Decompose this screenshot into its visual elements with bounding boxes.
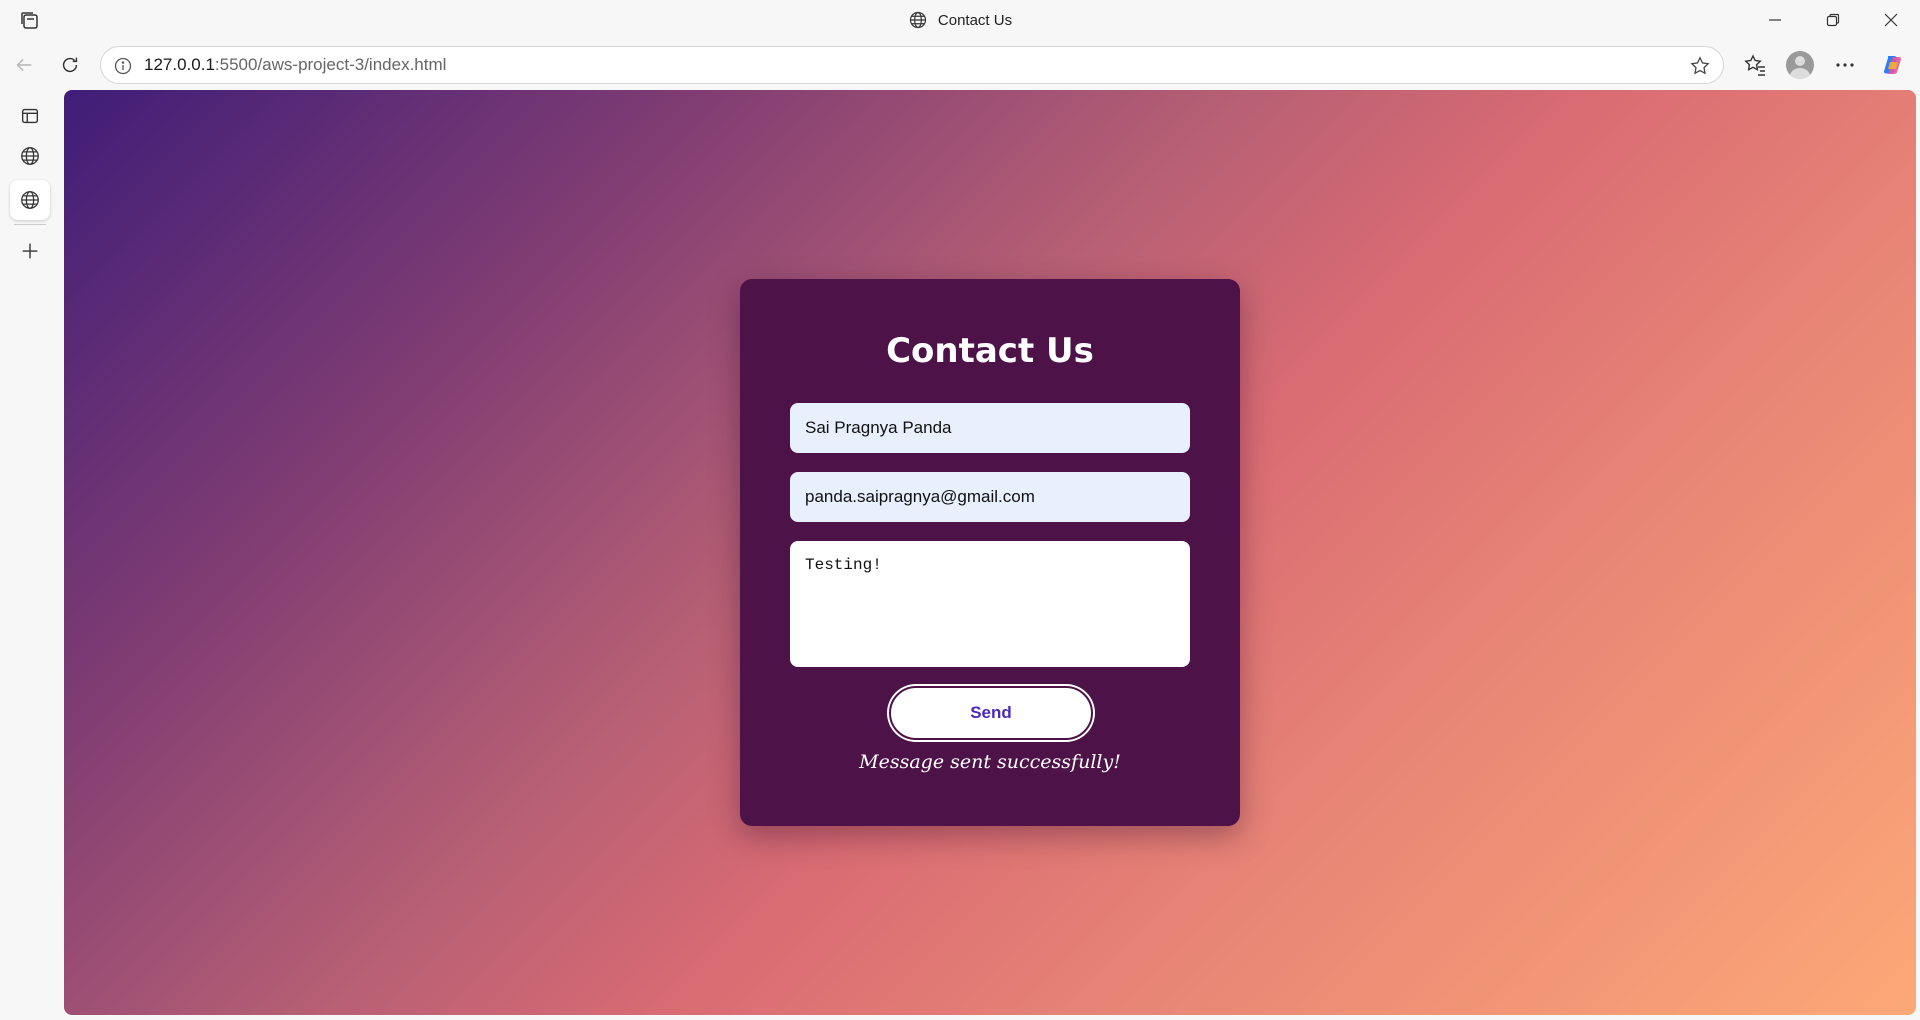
new-tab-button[interactable] <box>10 231 50 271</box>
tab-icon <box>21 108 39 124</box>
window-title: Contact Us <box>0 0 1920 40</box>
window-controls <box>1746 0 1920 40</box>
avatar <box>1786 51 1814 79</box>
browser-toolbar: 127.0.0.1:5500/aws-project-3/index.html <box>0 40 1920 90</box>
address-bar[interactable]: 127.0.0.1:5500/aws-project-3/index.html <box>100 46 1724 84</box>
site-info-icon[interactable] <box>113 56 133 76</box>
restore-button[interactable] <box>1804 0 1862 40</box>
restore-icon <box>1826 13 1840 27</box>
favorite-star-icon[interactable] <box>1689 55 1711 77</box>
plus-icon <box>22 243 38 259</box>
globe-icon <box>21 191 39 209</box>
vertical-tabs-sidebar <box>0 90 64 1020</box>
more-dots-icon <box>1836 63 1854 67</box>
refresh-button[interactable] <box>54 49 86 81</box>
window-title-text: Contact Us <box>937 11 1013 29</box>
globe-icon <box>909 11 926 29</box>
url-host: 127.0.0.1 <box>144 55 215 74</box>
back-arrow-icon <box>16 58 32 72</box>
sidebar-tab-1[interactable] <box>10 136 50 176</box>
url-path: :5500/aws-project-3/index.html <box>214 55 447 74</box>
contact-form-card: Contact Us Testing! Send Message sent su… <box>740 279 1240 826</box>
copilot-button[interactable] <box>1878 50 1908 80</box>
minimize-icon <box>1769 19 1781 21</box>
copilot-icon <box>1883 56 1902 74</box>
sidebar-divider <box>14 224 46 225</box>
send-button[interactable]: Send <box>889 686 1093 740</box>
profile-button[interactable] <box>1785 50 1815 80</box>
minimize-button[interactable] <box>1746 0 1804 40</box>
sidebar-tab-2-active[interactable] <box>10 180 50 220</box>
status-message: Message sent successfully! <box>859 751 1121 773</box>
close-icon <box>1884 13 1898 27</box>
refresh-icon <box>62 57 78 73</box>
url-text[interactable]: 127.0.0.1:5500/aws-project-3/index.html <box>144 47 446 83</box>
page-viewport: Contact Us Testing! Send Message sent su… <box>64 90 1916 1015</box>
page-title: Contact Us <box>886 331 1094 371</box>
globe-icon <box>21 147 39 165</box>
settings-more-button[interactable] <box>1830 50 1860 80</box>
favorites-button[interactable] <box>1740 50 1770 80</box>
message-textarea[interactable]: Testing! <box>790 541 1190 667</box>
title-bar: Contact Us <box>0 0 1920 40</box>
back-button[interactable] <box>8 49 40 81</box>
favorites-list-icon <box>1744 54 1765 76</box>
close-button[interactable] <box>1862 0 1920 40</box>
name-input[interactable] <box>790 403 1190 453</box>
tab-actions-button[interactable] <box>10 96 50 136</box>
email-input[interactable] <box>790 472 1190 522</box>
